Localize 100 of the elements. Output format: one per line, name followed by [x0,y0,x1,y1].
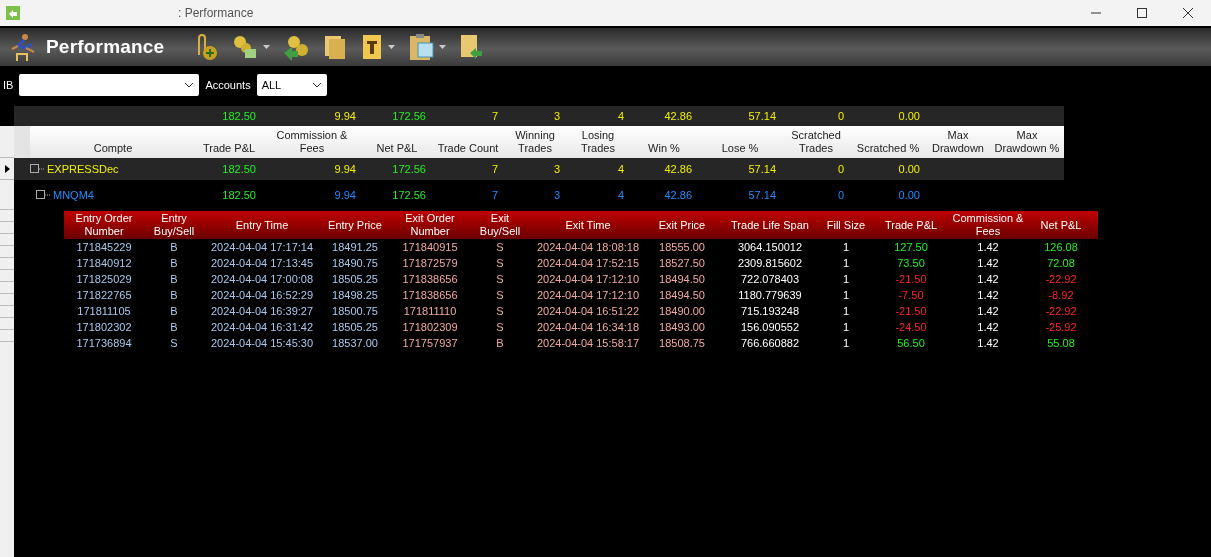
column-header[interactable]: Net P&L [1024,218,1098,232]
column-header[interactable]: Compte [30,142,196,158]
window-title: : Performance [178,6,254,20]
column-header[interactable]: Trade Count [432,142,504,158]
table-cell-text: S [495,257,505,269]
column-header[interactable]: Exit Order Number [390,212,470,238]
close-icon [1183,8,1193,18]
table-cell-text: B [169,289,179,301]
column-header[interactable]: Max Drawdown % [990,129,1064,158]
value-cell-text: 182.50 [221,189,257,201]
value-cell-text: 3 [552,110,561,122]
table-cell-text: 72.08 [1046,257,1076,269]
value-cell-text: 9.94 [333,163,357,175]
table-cell-text: 766.660882 [739,337,801,349]
caret-icon [263,45,271,49]
value-cell-text: 57.14 [747,163,777,175]
account-name: EXPRESSDec [47,163,119,175]
ib-label: IB [3,79,14,91]
column-header[interactable]: Losing Trades [566,129,630,158]
column-header[interactable]: Net P&L [362,142,432,158]
value-cell-text: 0.00 [897,189,921,201]
table-cell-text: 18493.00 [658,321,706,333]
table-cell-text: 1180.779639 [737,289,803,301]
table-cell-text: -21.50 [894,273,928,285]
table-cell-text: 171825029 [75,273,133,285]
table-cell-text: B [169,305,179,317]
accounts-dropdown[interactable]: ALL [256,74,327,96]
value-cell-text: 182.50 [221,163,257,175]
table-cell-text: 1.42 [976,321,1000,333]
table-cell-text: 1.42 [976,273,1000,285]
value-cell-text: 182.50 [221,110,257,122]
table-cell-text: 18494.50 [658,273,706,285]
table-cell-text: 18491.25 [331,241,379,253]
expand-box-icon[interactable] [36,190,50,200]
current-row-icon [4,164,10,173]
column-header[interactable]: Trade P&L [196,142,262,158]
column-header[interactable]: Commission & Fees [262,129,362,158]
account-row[interactable]: EXPRESSDec 182.50 9.94 172.56 7 3 4 42.86 57.14 0 0.00 [14,158,1064,180]
chevron-icon [184,82,195,88]
column-header[interactable]: Entry Price [320,218,390,232]
column-header[interactable]: Max Drawdown [926,129,990,158]
column-header[interactable]: Exit Buy/Sell [470,212,530,238]
column-header[interactable]: Winning Trades [504,129,566,158]
column-header[interactable]: Exit Time [530,218,646,232]
table-cell-text: 1 [841,321,851,333]
table-cell-text: 1 [841,305,851,317]
table-cell-text: 171822765 [75,289,133,301]
column-header[interactable]: Scratched Trades [782,129,850,158]
table-cell-text: -21.50 [894,305,928,317]
table-cell-text: 126.08 [1043,241,1079,253]
value-cell-text: 3 [552,189,561,201]
table-cell-text: S [495,273,505,285]
expand-box-icon[interactable] [30,164,44,174]
value-cell-text: 4 [616,189,625,201]
table-cell-text: 171736894 [75,337,133,349]
column-header[interactable]: Trade Life Span [718,218,822,232]
value-cell-text: 57.14 [747,110,777,122]
table-cell-text: S [495,289,505,301]
table-cell-text: 2024-04-04 16:51:22 [535,305,641,317]
table-cell-text: 2024-04-04 17:17:14 [209,241,315,253]
table-cell-text: 171838656 [401,273,459,285]
column-header[interactable]: Lose % [698,142,782,158]
value-cell-text: 0 [836,189,845,201]
table-cell-text: 171811105 [76,305,132,317]
table-cell-text: 18505.25 [331,273,379,285]
column-header[interactable]: Entry Buy/Sell [144,212,204,238]
column-header[interactable]: Commission & Fees [952,212,1024,238]
column-header[interactable]: Entry Time [204,218,320,232]
table-cell-text: 2024-04-04 16:34:18 [535,321,641,333]
value-cell-text: 172.56 [391,163,427,175]
table-cell-text: 2024-04-04 17:00:08 [209,273,315,285]
value-cell-text: 0.00 [897,110,921,122]
gears-arrow-icon [282,33,311,61]
table-cell-text: B [169,273,179,285]
value-cell-text: 0 [836,163,845,175]
value-cell-text: 172.56 [391,189,427,201]
table-cell-text: 2024-04-04 18:08:18 [535,241,641,253]
column-header[interactable]: Entry Order Number [64,212,144,238]
column-header[interactable]: Fill Size [822,218,870,232]
column-header[interactable]: Win % [630,142,698,158]
table-cell-text: 2024-04-04 17:12:10 [535,273,641,285]
table-cell-text: 1.42 [976,337,1000,349]
caret-icon [388,45,396,49]
table-cell-text: -8.92 [1047,289,1075,301]
table-cell-text: 171802302 [75,321,133,333]
table-cell-text: 18555.00 [658,241,706,253]
table-cell-text: -22.92 [1044,273,1078,285]
value-cell-text: 0 [836,110,845,122]
table-cell-text: 722.078403 [739,273,801,285]
table-cell-text: 2024-04-04 17:13:45 [209,257,315,269]
table-cell-text: 18505.25 [331,321,379,333]
table-cell-text: 171840915 [401,241,459,253]
column-header[interactable]: Scratched % [850,142,926,158]
column-header[interactable]: Trade P&L [870,218,952,232]
value-cell-text: 7 [490,189,499,201]
table-cell-text: 18508.75 [658,337,706,349]
column-header[interactable]: Exit Price [646,218,718,232]
table-cell-text: B [169,241,179,253]
table-cell-text: S [169,337,179,349]
table-cell-text: 171757937 [401,337,459,349]
